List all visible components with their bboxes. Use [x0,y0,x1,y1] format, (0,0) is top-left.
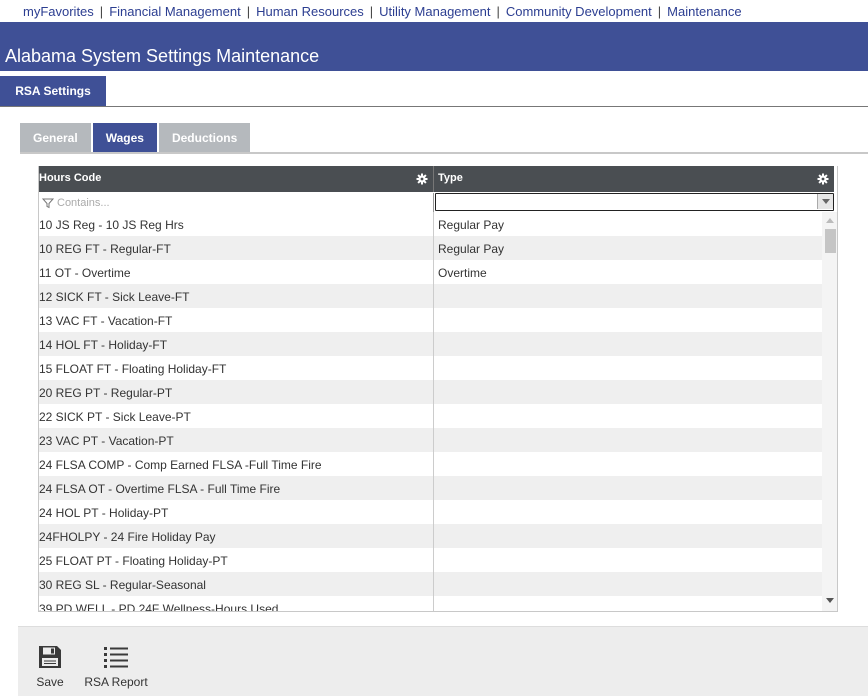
tab-rsa-settings[interactable]: RSA Settings [0,76,106,106]
type-cell[interactable] [434,308,822,332]
nav-separator: | [657,3,662,19]
hours-code-cell: 24 FLSA OT - Overtime FLSA - Full Time F… [39,476,434,500]
column-header-label: Type [438,172,463,184]
scroll-up-icon[interactable] [826,218,834,223]
type-cell[interactable] [434,596,822,611]
nav-utility-management[interactable]: Utility Management [379,4,490,19]
type-cell[interactable] [434,500,822,524]
table-row[interactable]: 15 FLOAT FT - Floating Holiday-FT [39,356,822,380]
nav-separator: | [496,3,500,19]
table-row[interactable]: 10 JS Reg - 10 JS Reg Hrs Regular Pay [39,212,822,236]
type-cell[interactable] [434,404,822,428]
gear-icon[interactable] [817,173,829,185]
hours-code-cell: 24FHOLPY - 24 Fire Holiday Pay [39,524,434,548]
floppy-disk-icon [39,646,61,668]
filter-row: Contains... [39,193,834,212]
tab-panel-divider [20,152,868,154]
type-cell[interactable] [434,548,822,572]
hours-code-cell: 10 REG FT - Regular-FT [39,236,434,260]
nav-separator: | [369,3,374,19]
section-tab-bar: RSA Settings [0,71,868,107]
nav-community-development[interactable]: Community Development [506,4,652,19]
tab-general[interactable]: General [20,123,91,153]
table-row[interactable]: 24 HOL PT - Holiday-PT [39,500,822,524]
hours-code-filter[interactable]: Contains... [39,193,434,212]
save-label: Save [36,675,64,689]
table-row[interactable]: 23 VAC PT - Vacation-PT [39,428,822,452]
hours-code-cell: 23 VAC PT - Vacation-PT [39,428,434,452]
table-row[interactable]: 13 VAC FT - Vacation-FT [39,308,822,332]
chevron-down-icon[interactable] [817,194,833,209]
type-filter-dropdown[interactable] [434,193,834,211]
type-cell[interactable]: Overtime [434,260,822,284]
table-row[interactable]: 24 FLSA OT - Overtime FLSA - Full Time F… [39,476,822,500]
type-cell[interactable]: Regular Pay [434,212,822,236]
type-cell[interactable] [434,452,822,476]
hours-code-cell: 24 FLSA COMP - Comp Earned FLSA -Full Ti… [39,452,434,476]
vertical-scrollbar[interactable] [822,212,837,611]
hours-code-cell: 22 SICK PT - Sick Leave-PT [39,404,434,428]
wages-grid: Hours Code Type Contains... 10 JS Reg - … [38,166,838,612]
hours-code-cell: 15 FLOAT FT - Floating Holiday-FT [39,356,434,380]
type-cell[interactable] [434,284,822,308]
hours-code-cell: 24 HOL PT - Holiday-PT [39,500,434,524]
inner-tab-bar: General Wages Deductions [20,123,252,153]
title-bar: Alabama System Settings Maintenance [0,22,868,71]
type-cell[interactable] [434,428,822,452]
hours-code-cell: 10 JS Reg - 10 JS Reg Hrs [39,212,434,236]
rsa-report-label: RSA Report [84,675,148,689]
type-cell[interactable] [434,476,822,500]
funnel-icon [42,198,54,208]
hours-code-cell: 13 VAC FT - Vacation-FT [39,308,434,332]
type-cell[interactable] [434,524,822,548]
scroll-thumb[interactable] [825,229,836,253]
top-nav: myFavorites | Financial Management | Hum… [0,0,868,22]
scroll-down-icon[interactable] [826,598,834,603]
hours-code-cell: 11 OT - Overtime [39,260,434,284]
table-row[interactable]: 11 OT - Overtime Overtime [39,260,822,284]
table-row[interactable]: 39 PD WELL - PD 24F Wellness-Hours Used [39,596,822,611]
nav-separator: | [246,3,251,19]
nav-maintenance[interactable]: Maintenance [667,4,741,19]
nav-separator: | [99,3,104,19]
hours-code-cell: 25 FLOAT PT - Floating Holiday-PT [39,548,434,572]
table-row[interactable]: 24FHOLPY - 24 Fire Holiday Pay [39,524,822,548]
table-row[interactable]: 12 SICK FT - Sick Leave-FT [39,284,822,308]
hours-code-cell: 12 SICK FT - Sick Leave-FT [39,284,434,308]
hours-code-cell: 30 REG SL - Regular-Seasonal [39,572,434,596]
list-icon [104,647,128,668]
table-row[interactable]: 22 SICK PT - Sick Leave-PT [39,404,822,428]
type-cell[interactable]: Regular Pay [434,236,822,260]
nav-financial-management[interactable]: Financial Management [109,4,241,19]
table-row[interactable]: 14 HOL FT - Holiday-FT [39,332,822,356]
hours-code-cell: 20 REG PT - Regular-PT [39,380,434,404]
nav-myfavorites[interactable]: myFavorites [23,4,94,19]
column-header-hours-code[interactable]: Hours Code [39,166,434,192]
type-cell[interactable] [434,332,822,356]
column-header-type[interactable]: Type [434,166,834,192]
hours-code-cell: 14 HOL FT - Holiday-FT [39,332,434,356]
grid-body: 10 JS Reg - 10 JS Reg Hrs Regular Pay 10 R… [39,212,822,611]
table-row[interactable]: 30 REG SL - Regular-Seasonal [39,572,822,596]
page-title: Alabama System Settings Maintenance [5,46,320,66]
type-cell[interactable] [434,380,822,404]
table-row[interactable]: 25 FLOAT PT - Floating Holiday-PT [39,548,822,572]
gear-icon[interactable] [416,173,428,185]
column-header-label: Hours Code [39,172,102,184]
table-row[interactable]: 24 FLSA COMP - Comp Earned FLSA -Full Ti… [39,452,822,476]
type-cell[interactable] [434,572,822,596]
table-row[interactable]: 10 REG FT - Regular-FT Regular Pay [39,236,822,260]
tab-wages[interactable]: Wages [92,123,157,153]
save-button[interactable]: Save [32,627,68,697]
nav-human-resources[interactable]: Human Resources [256,4,364,19]
table-row[interactable]: 20 REG PT - Regular-PT [39,380,822,404]
type-cell[interactable] [434,356,822,380]
grid-header: Hours Code Type [39,166,834,192]
hours-code-cell: 39 PD WELL - PD 24F Wellness-Hours Used [39,596,434,611]
tab-deductions[interactable]: Deductions [158,123,251,153]
rsa-report-button[interactable]: RSA Report [84,627,148,697]
bottom-toolbar: Save RSA Report [18,626,868,696]
filter-placeholder: Contains... [57,196,110,209]
